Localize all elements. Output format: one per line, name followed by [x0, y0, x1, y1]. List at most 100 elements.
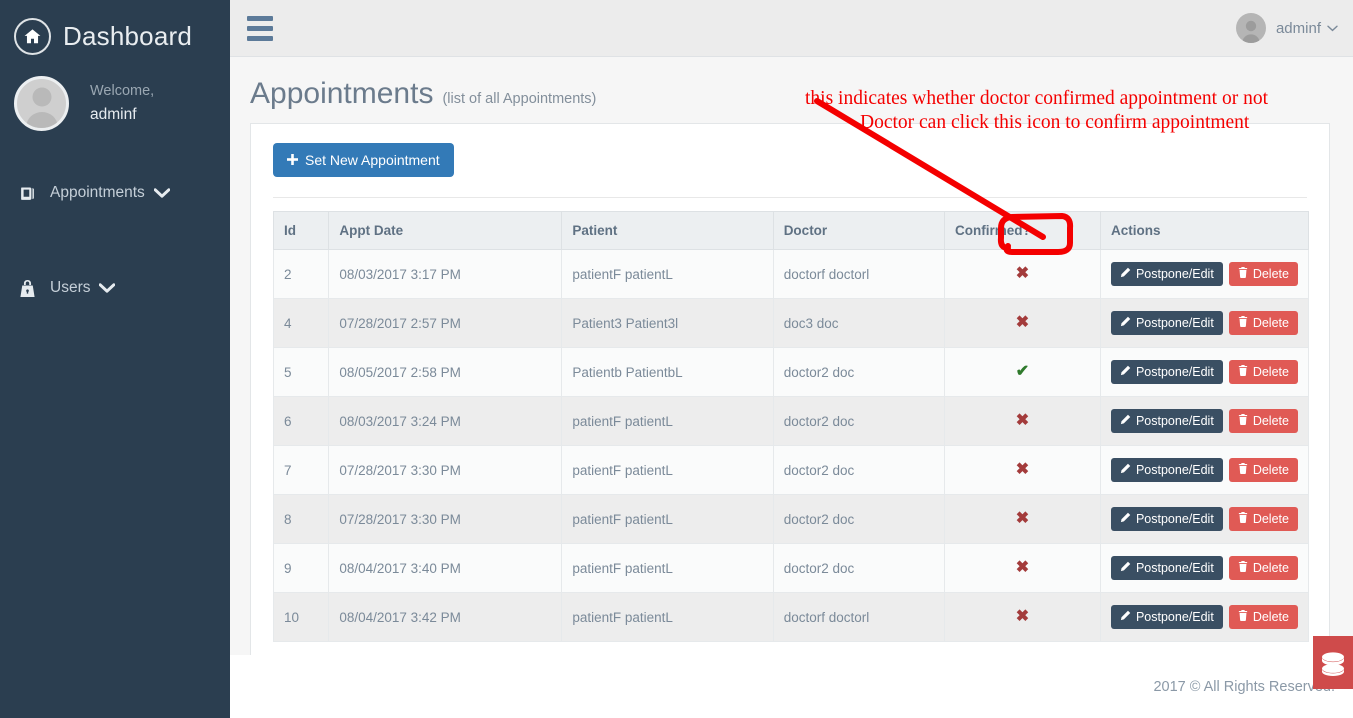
delete-label: Delete	[1252, 463, 1289, 477]
sidebar-item-appointments[interactable]: Appointments	[0, 178, 230, 208]
sidebar-profile: Welcome, adminf	[0, 58, 230, 131]
hamburger-bar	[247, 15, 273, 21]
footer-copyright: 2017 © All Rights Reserved.	[1153, 678, 1335, 695]
topbar-username: adminf	[1275, 19, 1321, 37]
action-buttons: Postpone/Edit Delete	[1110, 605, 1298, 629]
cell-id: 6	[272, 396, 330, 446]
postpone-edit-label: Postpone/Edit	[1135, 463, 1214, 477]
cell-appt-date: 08/03/2017 3:17 PM	[328, 249, 563, 299]
postpone-edit-button[interactable]: Postpone/Edit	[1110, 605, 1223, 629]
hamburger-icon[interactable]	[247, 15, 273, 41]
postpone-edit-button[interactable]: Postpone/Edit	[1110, 311, 1223, 335]
pencil-icon	[1120, 365, 1131, 379]
cell-actions: Postpone/Edit Delete	[1099, 249, 1310, 299]
cell-actions: Postpone/Edit Delete	[1099, 543, 1310, 593]
delete-button[interactable]: Delete	[1228, 311, 1298, 335]
sidebar-item-users[interactable]: Users	[0, 273, 230, 303]
column-header-patient[interactable]: Patient	[561, 211, 774, 250]
delete-label: Delete	[1252, 365, 1289, 379]
cell-doctor: doctor2 doc	[772, 347, 946, 397]
delete-button[interactable]: Delete	[1228, 409, 1298, 433]
cell-id: 9	[272, 543, 330, 593]
postpone-edit-button[interactable]: Postpone/Edit	[1110, 556, 1223, 580]
cell-appt-date: 08/04/2017 3:42 PM	[328, 592, 563, 642]
table-row: 7 07/28/2017 3:30 PM patientF patientL doct…	[272, 445, 1310, 495]
delete-button[interactable]: Delete	[1228, 556, 1298, 580]
pencil-icon	[1120, 267, 1131, 281]
confirmed-check-icon[interactable]: ✔	[1016, 363, 1029, 380]
action-buttons: Postpone/Edit Delete	[1110, 311, 1298, 335]
cell-appt-date: 07/28/2017 2:57 PM	[328, 298, 563, 348]
column-header-confirmed[interactable]: Confirmed?	[944, 211, 1101, 250]
confirmed-x-icon[interactable]: ✖	[1016, 608, 1029, 625]
page-subtitle: (list of all Appointments)	[442, 91, 597, 107]
postpone-edit-label: Postpone/Edit	[1135, 561, 1214, 575]
cell-id: 2	[272, 249, 330, 299]
trash-icon	[1238, 365, 1248, 379]
pencil-icon	[1120, 512, 1131, 526]
welcome-label: Welcome,	[90, 83, 155, 100]
delete-label: Delete	[1252, 414, 1289, 428]
cell-patient: patientF patientL	[561, 592, 774, 642]
database-stack-icon[interactable]	[1313, 636, 1353, 689]
brand[interactable]: Dashboard	[0, 0, 230, 58]
table-header-row: Id Appt Date Patient Doctor Confirmed? A…	[272, 211, 1310, 250]
pencil-icon	[1120, 414, 1131, 428]
confirmed-x-icon[interactable]: ✖	[1016, 412, 1029, 429]
cell-actions: Postpone/Edit Delete	[1099, 445, 1310, 495]
delete-button[interactable]: Delete	[1228, 507, 1298, 531]
postpone-edit-button[interactable]: Postpone/Edit	[1110, 262, 1223, 286]
delete-label: Delete	[1252, 316, 1289, 330]
trash-icon	[1238, 316, 1248, 330]
lock-bag-icon	[16, 279, 38, 298]
table-head: Id Appt Date Patient Doctor Confirmed? A…	[272, 211, 1310, 250]
delete-button[interactable]: Delete	[1228, 605, 1298, 629]
delete-button[interactable]: Delete	[1228, 360, 1298, 384]
trash-icon	[1238, 512, 1248, 526]
profile-text: Welcome, adminf	[90, 80, 154, 126]
action-buttons: Postpone/Edit Delete	[1110, 507, 1298, 531]
postpone-edit-label: Postpone/Edit	[1135, 610, 1214, 624]
main-content: Appointments (list of all Appointments) …	[230, 57, 1353, 659]
confirmed-x-icon[interactable]: ✖	[1016, 461, 1029, 478]
confirmed-x-icon[interactable]: ✖	[1016, 559, 1029, 576]
postpone-edit-button[interactable]: Postpone/Edit	[1110, 409, 1223, 433]
cell-id: 8	[272, 494, 330, 544]
action-buttons: Postpone/Edit Delete	[1110, 360, 1298, 384]
book-icon	[16, 185, 38, 202]
trash-icon	[1238, 414, 1248, 428]
delete-label: Delete	[1252, 610, 1289, 624]
delete-button[interactable]: Delete	[1228, 262, 1298, 286]
cell-confirmed: ✖	[944, 249, 1101, 299]
cell-id: 10	[272, 592, 330, 642]
cell-confirmed: ✖	[944, 592, 1101, 642]
postpone-edit-button[interactable]: Postpone/Edit	[1110, 360, 1223, 384]
sidebar: Dashboard Welcome, adminf Appointments U…	[0, 0, 230, 718]
cell-id: 4	[272, 298, 330, 348]
delete-button[interactable]: Delete	[1228, 458, 1298, 482]
cell-doctor: doctor2 doc	[772, 396, 946, 446]
confirmed-x-icon[interactable]: ✖	[1016, 314, 1029, 331]
column-header-appt-date[interactable]: Appt Date	[328, 211, 563, 250]
delete-label: Delete	[1252, 512, 1289, 526]
cell-doctor: doctor2 doc	[772, 543, 946, 593]
cell-appt-date: 07/28/2017 3:30 PM	[328, 445, 563, 495]
column-header-actions[interactable]: Actions	[1099, 211, 1310, 250]
home-icon	[14, 17, 51, 55]
action-buttons: Postpone/Edit Delete	[1110, 556, 1298, 580]
set-new-appointment-button[interactable]: Set New Appointment	[273, 143, 454, 177]
table-row: 5 08/05/2017 2:58 PM Patientb PatientbL doc…	[272, 347, 1310, 397]
user-menu[interactable]: adminf	[1235, 13, 1338, 43]
postpone-edit-label: Postpone/Edit	[1135, 414, 1214, 428]
cell-patient: patientF patientL	[561, 494, 774, 544]
cell-patient: Patientb PatientbL	[561, 347, 774, 397]
confirmed-x-icon[interactable]: ✖	[1016, 265, 1029, 282]
brand-title: Dashboard	[63, 20, 192, 51]
column-header-id[interactable]: Id	[272, 211, 330, 250]
postpone-edit-button[interactable]: Postpone/Edit	[1110, 458, 1223, 482]
postpone-edit-button[interactable]: Postpone/Edit	[1110, 507, 1223, 531]
confirmed-x-icon[interactable]: ✖	[1016, 510, 1029, 527]
trash-icon	[1238, 267, 1248, 281]
table-body: 2 08/03/2017 3:17 PM patientF patientL doct…	[272, 249, 1310, 642]
column-header-doctor[interactable]: Doctor	[772, 211, 946, 250]
